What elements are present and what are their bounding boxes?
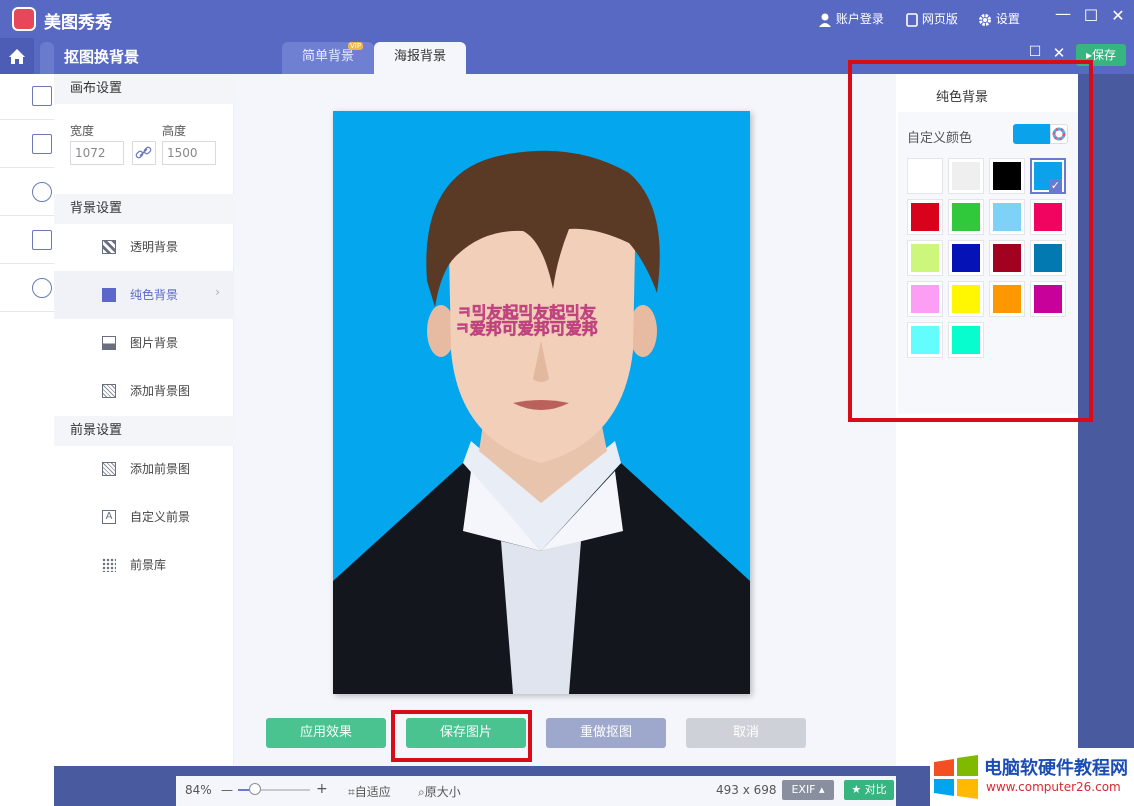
- web-version-link[interactable]: 网页版: [906, 10, 958, 27]
- site-watermark: 电脑软硬件教程网 www.computer26.com: [930, 748, 1134, 806]
- divider: [0, 263, 54, 264]
- watermark-url: www.computer26.com: [986, 780, 1121, 794]
- cancel-button[interactable]: 取消: [686, 718, 806, 748]
- divider: [0, 167, 54, 168]
- menu-item-fg-library[interactable]: 前景库: [54, 541, 234, 589]
- apply-effect-button[interactable]: 应用效果: [266, 718, 386, 748]
- strip-tool-icon[interactable]: [32, 278, 52, 298]
- width-label: 宽度: [70, 124, 95, 138]
- app-logo-icon: [12, 7, 36, 31]
- watermark-title: 电脑软硬件教程网: [984, 758, 1128, 779]
- link-icon: [135, 146, 152, 159]
- menu-item-label: 添加前景图: [130, 462, 191, 476]
- foreground-section-header: 前景设置: [54, 416, 234, 446]
- fit-icon: ⌗: [348, 785, 355, 799]
- chevron-right-icon: ›: [215, 285, 220, 299]
- library-icon: [102, 558, 116, 572]
- strip-tool-icon[interactable]: [32, 134, 52, 154]
- checker-icon: [102, 240, 116, 254]
- menu-item-solid-bg[interactable]: 纯色背景 ›: [54, 271, 234, 319]
- menu-item-custom-fg[interactable]: A 自定义前景: [54, 493, 234, 541]
- app-tab[interactable]: [40, 42, 54, 74]
- home-icon: [9, 49, 25, 64]
- divider: [0, 215, 54, 216]
- zoom-level: 84%: [185, 783, 212, 797]
- add-image-icon: [102, 462, 116, 476]
- solid-square-icon: [102, 288, 116, 302]
- menu-item-label: 添加背景图: [130, 384, 191, 398]
- divider: [0, 119, 54, 120]
- width-field[interactable]: 1072: [70, 141, 124, 165]
- background-section-header: 背景设置: [54, 194, 234, 224]
- settings-link[interactable]: 设置: [978, 10, 1020, 27]
- highlight-box: [848, 60, 1093, 422]
- menu-item-add-bg-image[interactable]: 添加背景图: [54, 367, 234, 415]
- menu-item-transparent-bg[interactable]: 透明背景: [54, 223, 234, 271]
- maximize-button[interactable]: ☐: [1080, 6, 1102, 25]
- panel-maximize-button[interactable]: ☐: [1024, 44, 1046, 60]
- magnifier-icon: ⌕: [418, 785, 425, 799]
- height-field[interactable]: 1500: [162, 141, 216, 165]
- home-button[interactable]: [0, 38, 34, 74]
- login-label: 账户登录: [835, 12, 884, 26]
- divider: [0, 311, 54, 312]
- settings-label: 设置: [995, 12, 1020, 26]
- fit-button[interactable]: ⌗自适应: [348, 783, 391, 800]
- original-size-button[interactable]: ⌕原大小: [418, 783, 461, 800]
- aspect-link-button[interactable]: [132, 141, 156, 165]
- portrait-photo: ㅋ믹友起믹友起믹友 ㅋ爱邦可爱邦可爱邦: [333, 111, 750, 694]
- redo-cutout-button[interactable]: 重做抠图: [546, 718, 666, 748]
- menu-item-label: 自定义前景: [130, 510, 191, 524]
- menu-item-label: 纯色背景: [130, 288, 179, 302]
- close-button[interactable]: ✕: [1107, 6, 1129, 25]
- app-title: 美图秀秀: [44, 13, 112, 33]
- vip-badge: VIP: [348, 42, 364, 50]
- hatched-image-icon: [102, 384, 116, 398]
- canvas-section-header: 画布设置: [54, 74, 234, 104]
- title-bar: [0, 0, 1134, 38]
- exif-button[interactable]: EXIF ▴: [782, 780, 834, 800]
- image-dimensions: 493 x 698: [716, 783, 777, 797]
- windows-logo-icon: [934, 755, 978, 799]
- compare-button[interactable]: ★ 对比: [844, 780, 894, 800]
- menu-item-add-fg-image[interactable]: 添加前景图: [54, 445, 234, 493]
- tab-poster-background[interactable]: 海报背景: [374, 42, 466, 74]
- zoom-in-button[interactable]: +: [316, 781, 328, 797]
- strip-tool-icon[interactable]: [32, 182, 52, 202]
- menu-item-label: 图片背景: [130, 336, 179, 350]
- image-icon: [102, 336, 116, 350]
- text-a-icon: A: [102, 510, 116, 524]
- user-icon: [819, 13, 831, 27]
- minimize-button[interactable]: —: [1052, 4, 1074, 23]
- login-link[interactable]: 账户登录: [818, 10, 884, 27]
- overlay-text-2: ㅋ爱邦可爱邦可爱邦: [455, 319, 598, 338]
- gear-icon: [979, 13, 991, 26]
- strip-tool-icon[interactable]: [32, 86, 52, 106]
- phone-icon: [906, 12, 918, 27]
- height-label: 高度: [162, 124, 187, 138]
- panel-title: 抠图换背景: [64, 48, 140, 66]
- menu-item-label: 透明背景: [130, 240, 179, 254]
- zoom-out-button[interactable]: —: [221, 783, 233, 797]
- zoom-slider-handle[interactable]: [249, 783, 261, 795]
- menu-item-image-bg[interactable]: 图片背景: [54, 319, 234, 367]
- menu-item-label: 前景库: [130, 558, 167, 572]
- strip-tool-icon[interactable]: [32, 230, 52, 250]
- web-version-label: 网页版: [921, 12, 958, 26]
- save-image-button[interactable]: 保存图片: [406, 718, 526, 748]
